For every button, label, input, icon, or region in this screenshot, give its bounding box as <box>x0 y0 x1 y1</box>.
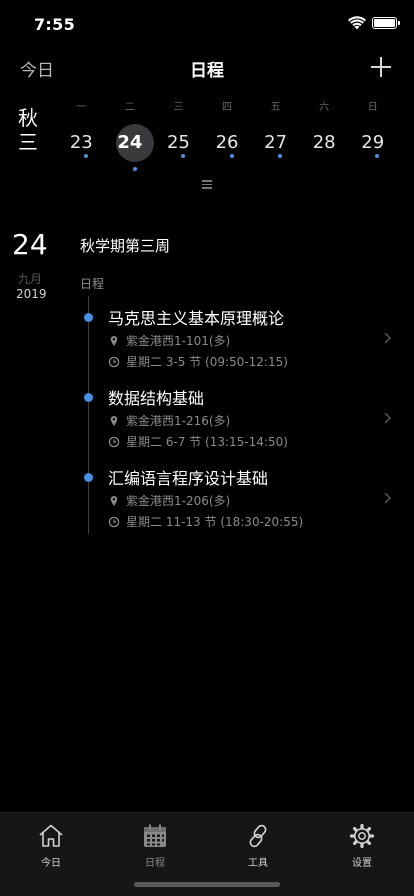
date-number: 26 <box>215 132 239 153</box>
event-location-row: 紫金港西1-216(多) <box>108 412 230 429</box>
date-cell[interactable]: 24 <box>106 122 155 172</box>
event-dot <box>375 154 380 158</box>
term-season: 秋 <box>18 106 38 130</box>
tab-tools[interactable]: 工具 <box>228 819 288 869</box>
gear-icon <box>349 823 375 849</box>
add-icon[interactable] <box>370 56 392 78</box>
event-item[interactable]: 数据结构基础 紫金港西1-216(多) 星期二 6-7 节 (13:15-14:… <box>0 383 414 453</box>
weekday-label: 日 <box>367 102 378 113</box>
home-indicator[interactable] <box>134 882 280 887</box>
timeline-dot <box>84 393 93 402</box>
chevron-right-icon <box>384 492 392 504</box>
date-number: 27 <box>264 132 288 153</box>
date-cell[interactable]: 27 <box>251 122 300 172</box>
event-name: 汇编语言程序设计基础 <box>108 469 269 488</box>
date-cell[interactable]: 29 <box>348 122 397 172</box>
event-time: 星期二 6-7 节 (13:15-14:50) <box>126 435 288 449</box>
location-pin-icon <box>110 416 118 426</box>
month-label: 九月 <box>18 272 43 286</box>
event-time-row: 星期二 3-5 节 (09:50-12:15) <box>108 353 288 370</box>
expand-handle-icon[interactable] <box>202 180 212 189</box>
term-week-number: 三 <box>18 130 38 154</box>
date-cell[interactable]: 25 <box>154 122 203 172</box>
wifi-icon <box>348 16 366 30</box>
tab-label: 设置 <box>352 858 372 869</box>
event-dot <box>278 154 283 158</box>
event-location: 紫金港西1-216(多) <box>126 414 231 428</box>
today-button[interactable]: 今日 <box>20 56 54 81</box>
event-name: 数据结构基础 <box>108 389 205 408</box>
event-location: 紫金港西1-206(多) <box>126 494 231 508</box>
clock-icon <box>108 516 120 528</box>
battery-icon <box>372 17 400 29</box>
location-pin-icon <box>110 496 118 506</box>
weekday-label: 三 <box>173 102 184 113</box>
tab-today[interactable]: 今日 <box>21 819 81 869</box>
timeline-dot <box>84 473 93 482</box>
weekday-header: 一 二 三 四 五 六 日 <box>57 98 397 114</box>
clock-icon <box>108 356 120 368</box>
event-dot <box>229 154 234 158</box>
tab-label: 日程 <box>145 858 165 869</box>
tab-label: 今日 <box>41 858 61 869</box>
year-label: 2019 <box>16 287 47 301</box>
event-time-row: 星期二 11-13 节 (18:30-20:55) <box>108 513 303 530</box>
date-number: 25 <box>166 132 190 153</box>
weekday-label: 六 <box>319 102 330 113</box>
link-icon <box>249 824 267 848</box>
date-number: 28 <box>312 132 336 153</box>
event-location-row: 紫金港西1-101(多) <box>108 332 230 349</box>
event-location-row: 紫金港西1-206(多) <box>108 492 230 509</box>
page-title: 日程 <box>190 61 224 81</box>
event-dot <box>181 154 186 158</box>
date-cell[interactable]: 26 <box>203 122 252 172</box>
weekday-label: 四 <box>222 102 233 113</box>
timeline-dot <box>84 313 93 322</box>
date-number: 23 <box>69 132 93 153</box>
date-number: 24 <box>117 132 143 153</box>
chevron-right-icon <box>384 332 392 344</box>
event-dot <box>132 167 137 171</box>
event-item[interactable]: 汇编语言程序设计基础 紫金港西1-206(多) 星期二 11-13 节 (18:… <box>0 463 414 533</box>
term-week-label: 秋 三 <box>16 106 40 154</box>
event-name: 马克思主义基本原理概论 <box>108 309 285 328</box>
day-number: 24 <box>12 228 48 261</box>
status-bar: 7:55 <box>0 0 414 48</box>
status-time: 7:55 <box>34 15 75 34</box>
home-icon <box>39 824 63 847</box>
schedule-section-label: 日程 <box>80 277 105 291</box>
week-title: 秋学期第三周 <box>80 237 171 255</box>
location-pin-icon <box>110 336 118 346</box>
week-dates: 23 24 25 26 27 28 29 <box>57 122 397 172</box>
date-cell[interactable]: 28 <box>300 122 349 172</box>
weekday-label: 五 <box>270 102 281 113</box>
event-item[interactable]: 马克思主义基本原理概论 紫金港西1-101(多) 星期二 3-5 节 (09:5… <box>0 303 414 373</box>
event-time: 星期二 11-13 节 (18:30-20:55) <box>126 515 304 529</box>
clock-icon <box>108 436 120 448</box>
tab-schedule[interactable]: 日程 <box>125 819 185 869</box>
tab-label: 工具 <box>248 858 268 869</box>
event-dot <box>84 154 88 158</box>
weekday-label: 二 <box>124 102 135 113</box>
event-time: 星期二 3-5 节 (09:50-12:15) <box>126 355 288 369</box>
tab-settings[interactable]: 设置 <box>332 819 392 869</box>
date-number: 29 <box>361 132 385 153</box>
event-location: 紫金港西1-101(多) <box>126 334 231 348</box>
weekday-label: 一 <box>76 102 87 113</box>
event-time-row: 星期二 6-7 节 (13:15-14:50) <box>108 433 288 450</box>
chevron-right-icon <box>384 412 392 424</box>
date-cell[interactable]: 23 <box>57 122 106 172</box>
calendar-icon <box>144 824 166 847</box>
